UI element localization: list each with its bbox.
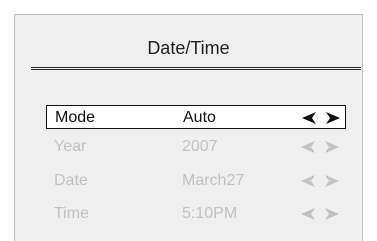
dialog-title: Date/Time xyxy=(147,38,230,58)
setting-label: Date xyxy=(54,172,88,189)
setting-label: Time xyxy=(54,205,89,222)
value-arrows xyxy=(302,112,342,124)
left-triangle-icon xyxy=(301,175,315,187)
setting-value: Auto xyxy=(183,109,216,126)
value-arrows xyxy=(301,141,341,153)
setting-value: 2007 xyxy=(182,138,218,155)
left-triangle-icon[interactable] xyxy=(302,112,316,124)
setting-value: 5:10PM xyxy=(182,205,238,222)
right-triangle-icon xyxy=(325,141,339,153)
title-divider xyxy=(31,67,361,70)
setting-label: Mode xyxy=(55,109,96,126)
setting-value: March27 xyxy=(182,172,245,189)
setting-row-date: Date March27 xyxy=(46,169,346,193)
setting-row-mode[interactable]: Mode Auto xyxy=(46,105,346,129)
setting-label: Year xyxy=(54,138,87,155)
value-arrows xyxy=(301,208,341,220)
date-time-panel: Date/Time Mode Auto Year 2007 Date March… xyxy=(14,14,363,241)
right-triangle-icon xyxy=(325,208,339,220)
left-triangle-icon xyxy=(301,141,315,153)
right-triangle-icon xyxy=(325,175,339,187)
setting-row-year: Year 2007 xyxy=(46,135,346,159)
setting-row-time: Time 5:10PM xyxy=(46,202,346,226)
left-triangle-icon xyxy=(301,208,315,220)
right-triangle-icon[interactable] xyxy=(326,112,340,124)
value-arrows xyxy=(301,175,341,187)
